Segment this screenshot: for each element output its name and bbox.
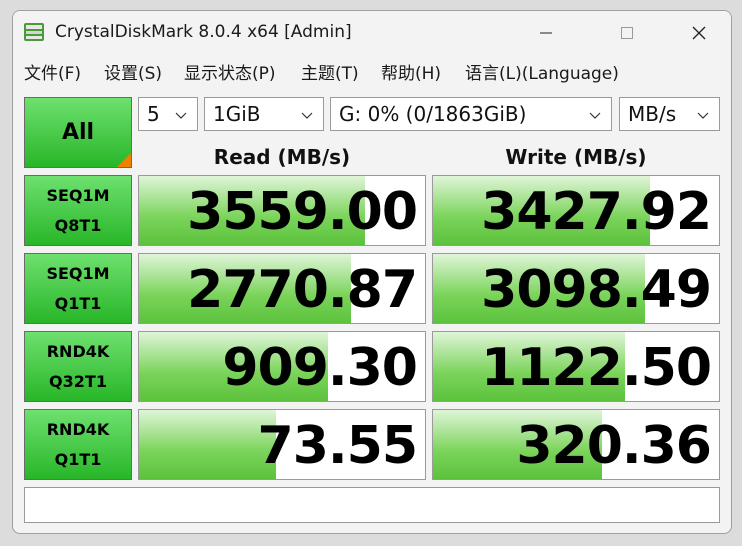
- close-icon: [692, 26, 706, 40]
- test-name: RND4K: [46, 341, 110, 361]
- read-result-cell: 3559.00: [138, 175, 426, 246]
- menu-file[interactable]: 文件(F): [24, 59, 81, 84]
- unit-value: MB/s: [628, 102, 677, 126]
- test-name: RND4K: [46, 419, 110, 439]
- menu-theme[interactable]: 主题(T): [301, 59, 359, 84]
- test-rnd4k-q1t1-button[interactable]: RND4K Q1T1: [24, 409, 132, 480]
- read-result-value: 909.30: [222, 338, 418, 398]
- count-select[interactable]: 5: [138, 97, 198, 131]
- read-result-value: 3559.00: [187, 182, 418, 242]
- read-result-value: 73.55: [257, 416, 418, 476]
- size-value: 1GiB: [213, 102, 261, 126]
- window-title: CrystalDiskMark 8.0.4 x64 [Admin]: [55, 22, 352, 42]
- write-result-cell: 3427.92: [432, 175, 720, 246]
- write-result-value: 1122.50: [481, 338, 712, 398]
- menu-language[interactable]: 语言(L)(Language): [465, 59, 619, 84]
- write-result-value: 3098.49: [481, 260, 712, 320]
- menu-help[interactable]: 帮助(H): [381, 59, 441, 84]
- main-panel: All 5 1GiB G: 0% (0/1863GiB) MB/s Read (…: [13, 89, 731, 533]
- read-result-cell: 73.55: [138, 409, 426, 480]
- disk-icon: [23, 21, 45, 43]
- write-header: Write (MB/s): [505, 145, 647, 169]
- all-button[interactable]: All: [24, 97, 132, 168]
- read-result-cell: 2770.87: [138, 253, 426, 324]
- minimize-button[interactable]: [523, 15, 569, 51]
- test-name: SEQ1M: [46, 185, 110, 205]
- read-result-cell: 909.30: [138, 331, 426, 402]
- minimize-icon: [540, 32, 552, 34]
- write-result-value: 3427.92: [481, 182, 712, 242]
- test-rnd4k-q32t1-button[interactable]: RND4K Q32T1: [24, 331, 132, 402]
- test-queue: Q8T1: [54, 215, 102, 235]
- size-select[interactable]: 1GiB: [204, 97, 324, 131]
- test-queue: Q1T1: [54, 293, 102, 313]
- chevron-down-icon: [589, 112, 601, 119]
- drive-value: G: 0% (0/1863GiB): [339, 102, 527, 126]
- menu-display[interactable]: 显示状态(P): [184, 59, 276, 84]
- chevron-down-icon: [301, 112, 313, 119]
- write-result-cell: 1122.50: [432, 331, 720, 402]
- app-window: CrystalDiskMark 8.0.4 x64 [Admin] 文件(F) …: [12, 10, 732, 534]
- unit-select[interactable]: MB/s: [619, 97, 720, 131]
- menu-bar: 文件(F) 设置(S) 显示状态(P) 主题(T) 帮助(H) 语言(L)(La…: [13, 55, 731, 84]
- chevron-down-icon: [175, 112, 187, 119]
- corner-marker: [117, 153, 131, 167]
- maximize-icon: [621, 27, 633, 39]
- status-comment-field[interactable]: [24, 487, 720, 523]
- write-result-cell: 320.36: [432, 409, 720, 480]
- drive-select[interactable]: G: 0% (0/1863GiB): [330, 97, 612, 131]
- menu-settings[interactable]: 设置(S): [104, 59, 162, 84]
- chevron-down-icon: [697, 112, 709, 119]
- test-seq1m-q1t1-button[interactable]: SEQ1M Q1T1: [24, 253, 132, 324]
- test-queue: Q1T1: [54, 449, 102, 469]
- test-name: SEQ1M: [46, 263, 110, 283]
- read-header: Read (MB/s): [213, 145, 351, 169]
- title-bar: CrystalDiskMark 8.0.4 x64 [Admin]: [13, 11, 731, 55]
- progress-bar: [139, 410, 277, 479]
- test-seq1m-q8t1-button[interactable]: SEQ1M Q8T1: [24, 175, 132, 246]
- write-result-cell: 3098.49: [432, 253, 720, 324]
- count-value: 5: [147, 102, 160, 126]
- all-button-label: All: [61, 120, 95, 145]
- write-result-value: 320.36: [516, 416, 712, 476]
- maximize-button[interactable]: [604, 15, 650, 51]
- read-result-value: 2770.87: [187, 260, 418, 320]
- test-queue: Q32T1: [49, 371, 107, 391]
- close-button[interactable]: [676, 15, 722, 51]
